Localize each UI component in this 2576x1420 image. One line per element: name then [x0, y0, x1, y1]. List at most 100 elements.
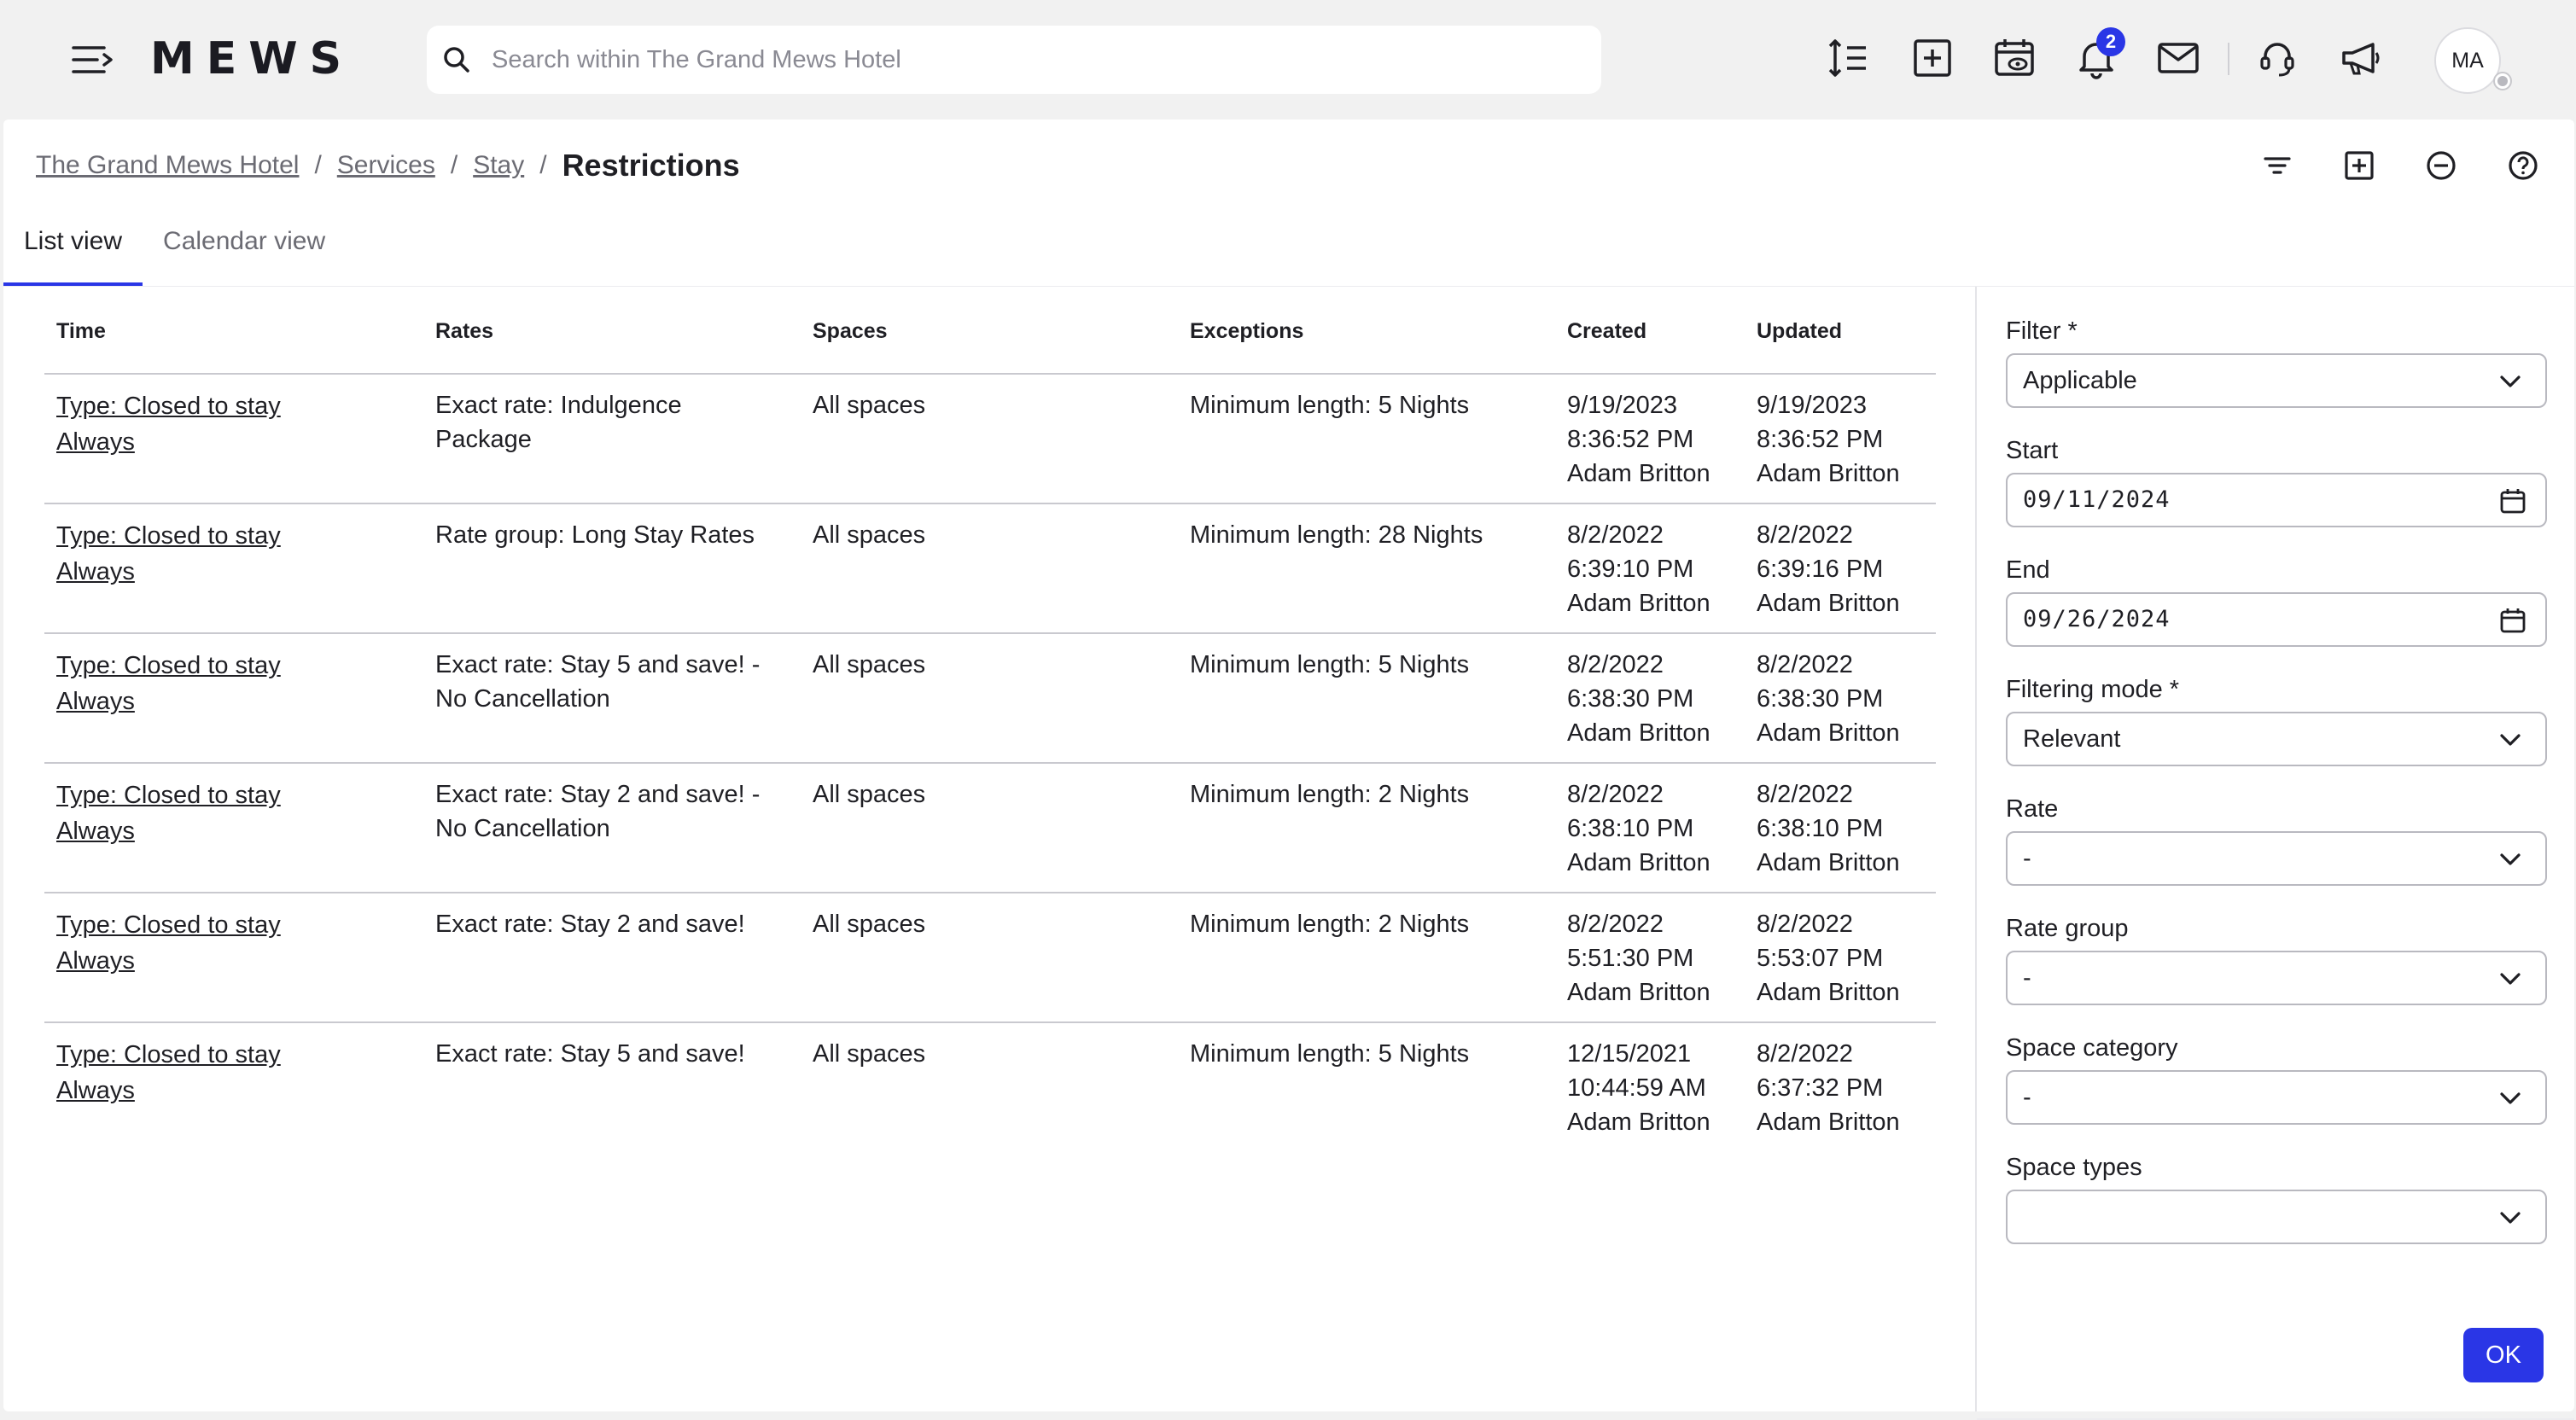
line-height-icon[interactable]	[1823, 32, 1874, 84]
restriction-period-link[interactable]: Always	[56, 684, 411, 719]
space-types-select[interactable]	[2006, 1190, 2547, 1244]
updated-time: 6:39:16 PM	[1757, 556, 1884, 583]
updated-by: Adam Britton	[1757, 460, 1900, 487]
help-icon[interactable]	[2503, 145, 2544, 186]
menu-icon[interactable]	[68, 38, 116, 82]
filtering-mode-select[interactable]: Relevant	[2006, 712, 2547, 766]
column-header-updated[interactable]: Updated	[1745, 290, 1936, 375]
column-header-spaces[interactable]: Spaces	[801, 290, 1178, 375]
cell-rates: Exact rate: Indulgence Package	[423, 374, 801, 504]
support-headset-icon[interactable]	[2252, 32, 2303, 84]
user-avatar[interactable]: MA	[2434, 27, 2501, 94]
restriction-period-link[interactable]: Always	[56, 943, 411, 979]
rates-line: No Cancellation	[435, 815, 610, 842]
start-date-value: 09/11/2024	[2023, 486, 2171, 513]
add-restriction-icon[interactable]	[2339, 145, 2380, 186]
cell-exceptions: Minimum length: 2 Nights	[1178, 893, 1555, 1023]
created-by: Adam Britton	[1567, 1109, 1711, 1136]
table-row[interactable]: Type: Closed to stay Always Exact rate: St…	[44, 633, 1936, 764]
start-date-field[interactable]: 09/11/2024	[2006, 473, 2547, 527]
cell-time: Type: Closed to stay Always	[44, 633, 423, 764]
updated-by: Adam Britton	[1757, 590, 1900, 617]
page-title: Restrictions	[562, 148, 740, 183]
cell-created: 9/19/2023 8:36:52 PM Adam Britton	[1555, 374, 1745, 504]
end-date-field[interactable]: 09/26/2024	[2006, 592, 2547, 647]
created-date: 8/2/2022	[1567, 781, 1664, 808]
rates-line: Exact rate: Stay 5 and save! -	[435, 651, 761, 678]
search-bar[interactable]	[427, 26, 1601, 94]
updated-date: 8/2/2022	[1757, 911, 1853, 938]
cell-spaces: All spaces	[801, 374, 1178, 504]
updated-by: Adam Britton	[1757, 1109, 1900, 1136]
megaphone-icon[interactable]	[2335, 32, 2387, 84]
restriction-type-link[interactable]: Type: Closed to stay	[56, 777, 411, 813]
updated-time: 8:36:52 PM	[1757, 426, 1884, 453]
cell-spaces: All spaces	[801, 763, 1178, 893]
created-date: 8/2/2022	[1567, 521, 1664, 549]
rate-group-label: Rate group	[2006, 915, 2129, 942]
table-row[interactable]: Type: Closed to stay Always Exact rate: St…	[44, 1022, 1936, 1152]
calendar-icon[interactable]	[2497, 486, 2528, 516]
created-date: 12/15/2021	[1567, 1040, 1692, 1068]
filter-icon[interactable]	[2257, 145, 2298, 186]
cell-exceptions: Minimum length: 5 Nights	[1190, 1040, 1470, 1068]
column-header-created[interactable]: Created	[1555, 290, 1745, 375]
created-date: 8/2/2022	[1567, 911, 1664, 938]
cell-exceptions: Minimum length: 5 Nights	[1178, 633, 1555, 764]
created-by: Adam Britton	[1567, 979, 1711, 1006]
remove-icon[interactable]	[2421, 145, 2462, 186]
updated-time: 6:37:32 PM	[1757, 1074, 1884, 1102]
space-category-select[interactable]: -	[2006, 1070, 2547, 1125]
table-header-row: Time Rates Spaces Exceptions Created Upd…	[44, 290, 1936, 375]
rates-line: Exact rate: Stay 2 and save!	[435, 911, 745, 938]
tab-list-view[interactable]: List view	[3, 212, 143, 287]
rate-select[interactable]: -	[2006, 831, 2547, 886]
breadcrumb-stay[interactable]: Stay	[473, 151, 524, 180]
rate-label: Rate	[2006, 795, 2059, 823]
column-header-time[interactable]: Time	[44, 290, 423, 375]
search-input[interactable]	[492, 45, 1601, 74]
updated-date: 8/2/2022	[1757, 1040, 1853, 1068]
ok-button[interactable]: OK	[2463, 1328, 2544, 1382]
calendar-view-icon[interactable]	[1989, 32, 2040, 84]
calendar-icon[interactable]	[2497, 605, 2528, 636]
rates-line: No Cancellation	[435, 685, 610, 713]
mews-logo[interactable]: MEWS	[150, 31, 353, 87]
restriction-period-link[interactable]: Always	[56, 813, 411, 849]
restriction-type-link[interactable]: Type: Closed to stay	[56, 518, 411, 554]
mail-icon[interactable]	[2153, 32, 2204, 84]
rates-line: Exact rate: Stay 5 and save!	[435, 1040, 745, 1068]
rates-line: Package	[435, 426, 532, 453]
chevron-down-icon	[2500, 1212, 2521, 1224]
breadcrumb-hotel[interactable]: The Grand Mews Hotel	[36, 151, 299, 180]
restriction-type-link[interactable]: Type: Closed to stay	[56, 907, 411, 943]
top-bar: MEWS Search within The Grand Mews Hotel …	[0, 0, 2576, 119]
breadcrumb-services[interactable]: Services	[337, 151, 435, 180]
add-icon[interactable]	[1907, 32, 1958, 84]
cell-spaces: All spaces	[801, 633, 1178, 764]
filter-select[interactable]: Applicable	[2006, 353, 2547, 408]
table-row[interactable]: Type: Closed to stay Always Exact rate: St…	[44, 893, 1936, 1023]
chevron-down-icon	[2500, 734, 2521, 746]
table-body: Type: Closed to stay Always Exact rate: In…	[44, 374, 1936, 1152]
restriction-type-link[interactable]: Type: Closed to stay	[56, 388, 411, 424]
table-row[interactable]: Type: Closed to stay Always Exact rate: In…	[44, 374, 1936, 504]
column-header-rates[interactable]: Rates	[423, 290, 801, 375]
restriction-type-link[interactable]: Type: Closed to stay	[56, 648, 411, 684]
restriction-period-link[interactable]: Always	[56, 554, 411, 590]
table-row[interactable]: Type: Closed to stay Always Rate group: Lo…	[44, 503, 1936, 634]
updated-time: 5:53:07 PM	[1757, 945, 1884, 972]
cell-created: 8/2/2022 6:38:30 PM Adam Britton	[1555, 633, 1745, 764]
rate-value: -	[2023, 845, 2031, 872]
updated-time: 6:38:10 PM	[1757, 815, 1884, 842]
table-row[interactable]: Type: Closed to stay Always Exact rate: St…	[44, 763, 1936, 893]
cell-rates: Exact rate: Stay 2 and save! - No Cancell…	[423, 763, 801, 893]
restriction-period-link[interactable]: Always	[56, 424, 411, 460]
column-header-exceptions[interactable]: Exceptions	[1178, 290, 1555, 375]
restriction-period-link[interactable]: Always	[56, 1073, 411, 1109]
rate-group-select[interactable]: -	[2006, 951, 2547, 1005]
tab-calendar-view[interactable]: Calendar view	[143, 212, 346, 287]
restriction-type-link[interactable]: Type: Closed to stay	[56, 1037, 411, 1073]
space-category-value: -	[2023, 1084, 2031, 1111]
cell-updated: 8/2/2022 6:38:10 PM Adam Britton	[1745, 763, 1936, 893]
